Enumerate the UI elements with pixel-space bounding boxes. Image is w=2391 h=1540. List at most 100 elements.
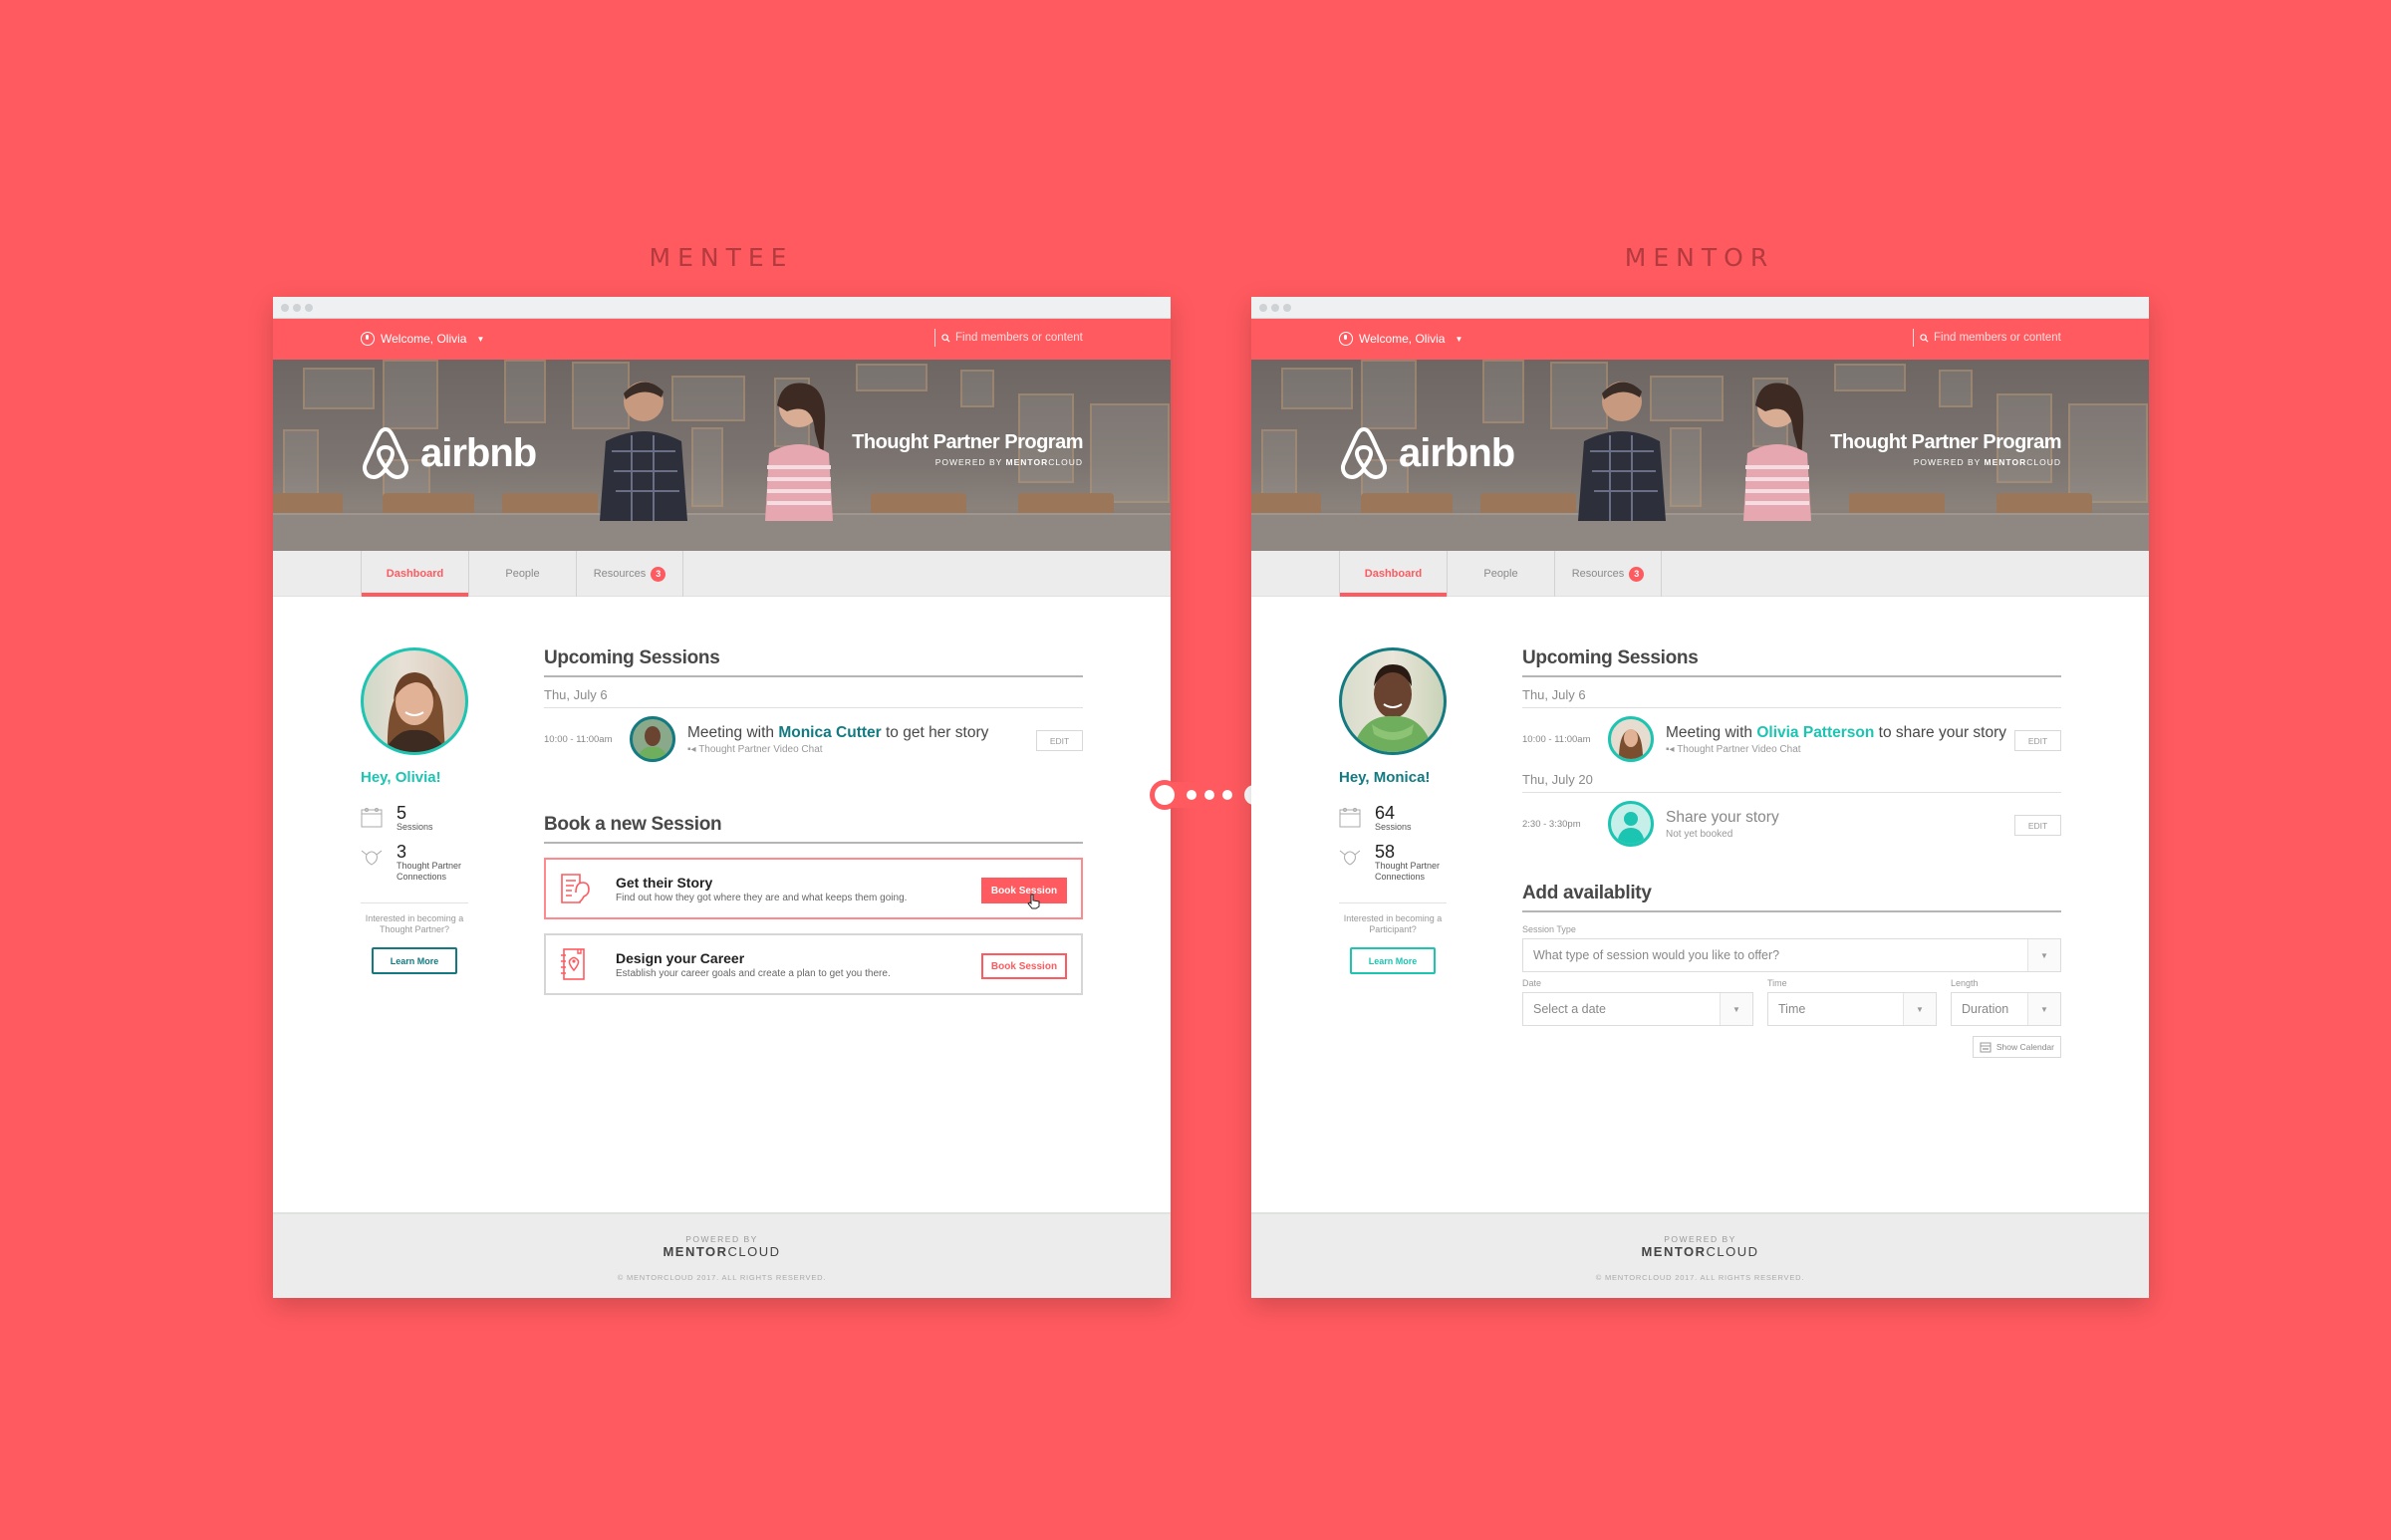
tab-resources[interactable]: Resources 3 (1554, 551, 1662, 597)
time-label: Time (1767, 978, 1787, 988)
mentee-label: MENTEE (649, 243, 794, 272)
video-camera-icon: ▪◂ (1666, 743, 1675, 755)
window-dot-icon[interactable] (305, 304, 313, 312)
book-session-heading: Book a new Session (544, 814, 1083, 844)
participant-name-link[interactable]: Olivia Patterson (1756, 724, 1874, 741)
dropdown-arrow-icon: ▼ (1903, 993, 1936, 1025)
user-menu[interactable]: Welcome, Olivia ▼ (361, 332, 484, 346)
session-title: Share your story (1666, 808, 1779, 826)
dropdown-arrow-icon: ▼ (2027, 939, 2060, 971)
greeting: Hey, Olivia! (361, 769, 441, 786)
learn-more-button[interactable]: Learn More (1350, 947, 1436, 974)
window-dot-icon[interactable] (1271, 304, 1279, 312)
session-type-card[interactable]: Design your Career Establish your career … (544, 933, 1083, 995)
divider (1339, 902, 1447, 903)
welcome-text: Welcome, Olivia (1359, 332, 1446, 346)
tab-resources[interactable]: Resources 3 (576, 551, 683, 597)
tab-people[interactable]: People (468, 551, 576, 597)
search-icon (941, 333, 950, 343)
mentorcloud-logo: MENTORCLOUD (1641, 1244, 1759, 1259)
top-bar: Welcome, Olivia ▼ Find members or conten… (273, 319, 1171, 360)
hero-banner: airbnb Thought Partner Program POWERED B… (273, 360, 1171, 551)
profile-sidebar: Hey, Monica! 64 Sessions 58 Thought Partne… (1339, 647, 1447, 974)
stat-sessions: 5 Sessions (361, 804, 468, 833)
browser-chrome (273, 297, 1171, 319)
map-pin-notebook-icon (561, 948, 585, 980)
main-content: Upcoming Sessions Thu, July 6 10:00 - 11… (1522, 647, 2061, 1066)
logo-text: airbnb (420, 430, 537, 475)
powered-by-mentorcloud: POWERED BY MENTORCLOUD (934, 457, 1083, 467)
airbnb-belo-icon (1341, 427, 1387, 479)
duration-select[interactable]: Duration ▼ (1951, 992, 2061, 1026)
hero-people-image (1578, 382, 1811, 521)
hero-people-image (600, 382, 833, 521)
user-menu[interactable]: Welcome, Olivia ▼ (1339, 332, 1462, 346)
caret-down-icon: ▼ (1455, 334, 1463, 344)
session-type-label: Session Type (1522, 924, 1576, 934)
session-type-card[interactable]: Get their Story Find out how they got whe… (544, 858, 1083, 919)
participant-avatar[interactable] (1608, 716, 1654, 762)
calendar-icon (1980, 1042, 1992, 1053)
card-title: Get their Story (616, 874, 713, 891)
avatar[interactable] (1339, 647, 1447, 755)
tab-people[interactable]: People (1447, 551, 1554, 597)
ear-document-icon (561, 874, 590, 903)
date-select[interactable]: Select a date ▼ (1522, 992, 1753, 1026)
user-icon (361, 332, 375, 346)
person-silhouette-icon (1617, 812, 1645, 844)
card-title: Design your Career (616, 949, 745, 966)
handshake-icon (1339, 850, 1361, 866)
tab-bar: Dashboard People Resources 3 (1251, 551, 2149, 597)
edit-session-button[interactable]: EDIT (1036, 730, 1083, 751)
program-title-block: Thought Partner Program POWERED BY MENTO… (1830, 431, 2061, 467)
mentorcloud-logo: MENTORCLOUD (663, 1244, 781, 1259)
welcome-text: Welcome, Olivia (381, 332, 467, 346)
greeting: Hey, Monica! (1339, 769, 1431, 786)
top-bar: Welcome, Olivia ▼ Find members or conten… (1251, 319, 2149, 360)
edit-session-button[interactable]: EDIT (2014, 730, 2061, 751)
edit-session-button[interactable]: EDIT (2014, 815, 2061, 836)
placeholder-avatar[interactable] (1608, 801, 1654, 847)
tab-dashboard[interactable]: Dashboard (1339, 551, 1447, 597)
search-input[interactable]: Find members or content (1913, 329, 2061, 347)
stat-connections: 3 Thought Partner Connections (361, 843, 468, 883)
search-input[interactable]: Find members or content (934, 329, 1083, 347)
powered-by-mentorcloud: POWERED BY MENTORCLOUD (1913, 457, 2061, 467)
participant-name-link[interactable]: Monica Cutter (778, 724, 881, 741)
calendar-icon (1339, 808, 1361, 828)
footer: POWERED BY MENTORCLOUD © MENTORCLOUD 201… (1251, 1212, 2149, 1298)
time-select[interactable]: Time ▼ (1767, 992, 1937, 1026)
dropdown-arrow-icon: ▼ (2027, 993, 2060, 1025)
participant-avatar[interactable] (630, 716, 675, 762)
learn-more-button[interactable]: Learn More (372, 947, 457, 974)
window-dot-icon[interactable] (281, 304, 289, 312)
show-calendar-button[interactable]: Show Calendar (1972, 1036, 2061, 1058)
book-session-button[interactable]: Book Session (981, 953, 1067, 979)
user-icon (1339, 332, 1353, 346)
session-type-select[interactable]: What type of session would you like to o… (1522, 938, 2061, 972)
book-session-button[interactable]: Book Session (981, 878, 1067, 903)
avatar[interactable] (361, 647, 468, 755)
resources-badge: 3 (651, 566, 666, 582)
footer: POWERED BY MENTORCLOUD © MENTORCLOUD 201… (273, 1212, 1171, 1298)
stat-connections: 58 Thought Partner Connections (1339, 843, 1447, 883)
window-dot-icon[interactable] (1259, 304, 1267, 312)
window-dot-icon[interactable] (1283, 304, 1291, 312)
caret-down-icon: ▼ (476, 334, 485, 344)
session-item: 10:00 - 11:00am Meeting with Olivia Patt… (1522, 708, 2061, 770)
interest-text: Interested in becoming a Thought Partner… (365, 913, 464, 934)
session-date: Thu, July 6 (1522, 677, 2061, 708)
copyright: © MENTORCLOUD 2017. ALL RIGHTS RESERVED. (1595, 1273, 1805, 1282)
browser-chrome (1251, 297, 2149, 319)
session-time: 10:00 - 11:00am (1522, 733, 1591, 745)
profile-sidebar: Hey, Olivia! 5 Sessions 3 Thought Partner … (361, 647, 468, 974)
hand-cursor-icon (1027, 894, 1040, 909)
tab-bar: Dashboard People Resources 3 (273, 551, 1171, 597)
window-dot-icon[interactable] (293, 304, 301, 312)
divider (361, 902, 468, 903)
tab-dashboard[interactable]: Dashboard (361, 551, 468, 597)
dropdown-arrow-icon: ▼ (1720, 993, 1752, 1025)
search-icon (1920, 333, 1929, 343)
handshake-icon (361, 850, 383, 866)
mentor-window: Welcome, Olivia ▼ Find members or conten… (1251, 297, 2149, 1298)
